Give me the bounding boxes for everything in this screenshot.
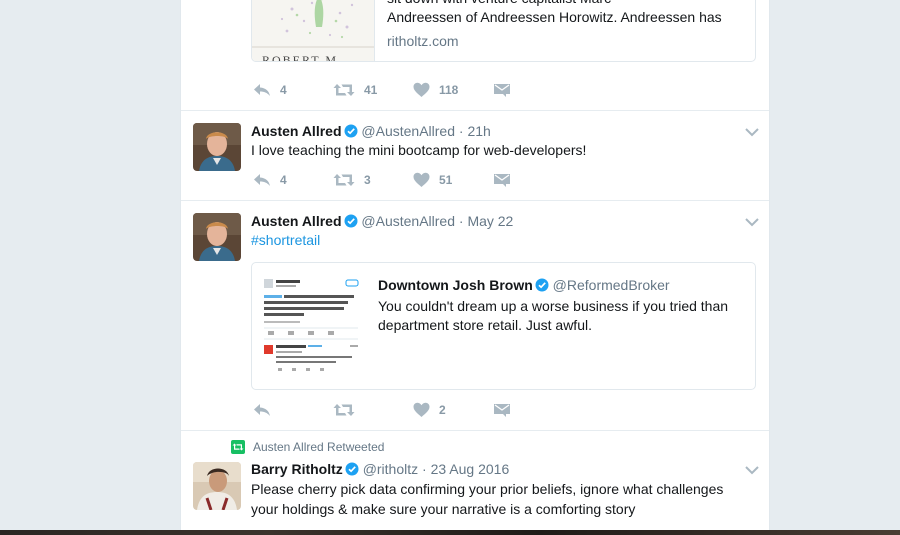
tweet-header: Austen Allred @AustenAllred · 21h (251, 122, 491, 142)
tweet-timestamp[interactable]: May 22 (467, 213, 513, 229)
timeline-stream: ROBERT M sit down with venture capitalis… (180, 0, 770, 535)
heart-icon (413, 82, 430, 97)
tweet-timestamp[interactable]: 23 Aug 2016 (431, 461, 510, 477)
quoted-author-name[interactable]: Downtown Josh Brown (378, 277, 533, 293)
reply-count: 4 (280, 173, 287, 187)
author-handle[interactable]: @AustenAllred (361, 123, 455, 139)
separator: · (422, 461, 427, 477)
like-count: 51 (439, 173, 453, 187)
author-name[interactable]: Austen Allred (251, 213, 342, 229)
like-count: 2 (439, 403, 446, 417)
retweet-button[interactable]: 3 (333, 170, 371, 190)
reply-icon (254, 174, 270, 186)
verified-badge-icon (535, 278, 549, 295)
desktop-background-strip (0, 530, 900, 535)
card-url[interactable]: ritholtz.com (387, 33, 459, 49)
direct-message-button[interactable] (493, 170, 511, 190)
quoted-tweet[interactable]: Downtown Josh Brown @ReformedBroker You … (251, 262, 756, 390)
heart-icon (413, 172, 430, 187)
envelope-icon (494, 84, 510, 97)
avatar-barry-image (193, 462, 241, 510)
tweet-austen-bootcamp[interactable]: Austen Allred @AustenAllred · 21h I love… (181, 110, 769, 201)
tweet-ritholtz-retweet[interactable]: Austen Allred Retweeted Barry Ritholtz @… (181, 430, 769, 535)
retweet-context-text[interactable]: Austen Allred Retweeted (253, 440, 384, 454)
author-name[interactable]: Barry Ritholtz (251, 461, 343, 477)
retweet-button[interactable]: 41 (333, 80, 377, 100)
book-cover-author: ROBERT M (262, 53, 339, 62)
like-button[interactable]: 51 (413, 170, 452, 190)
separator: · (458, 213, 464, 229)
retweet-button[interactable] (333, 400, 364, 420)
tweet-text-line: Please cherry pick data confirming your … (251, 481, 724, 497)
retweet-icon (333, 84, 355, 96)
avatar[interactable] (193, 213, 241, 261)
tweet-header: Austen Allred @AustenAllred · May 22 (251, 212, 513, 232)
reply-icon (254, 84, 270, 96)
quoted-author-handle[interactable]: @ReformedBroker (553, 277, 670, 293)
tweet-austen-shortretail[interactable]: Austen Allred @AustenAllred · May 22 #sh… (181, 200, 769, 431)
retweet-count: 3 (364, 173, 371, 187)
like-button[interactable]: 2 (413, 400, 446, 420)
quoted-tweet-header: Downtown Josh Brown @ReformedBroker (378, 277, 670, 295)
author-handle[interactable]: @AustenAllred (361, 213, 455, 229)
envelope-icon (494, 174, 510, 187)
avatar[interactable] (193, 123, 241, 171)
chevron-down-icon[interactable] (745, 462, 759, 475)
retweet-icon (333, 174, 355, 186)
retweet-context: Austen Allred Retweeted (231, 440, 384, 454)
tweet-text: #shortretail (251, 230, 320, 250)
reply-icon (254, 404, 270, 416)
reply-button[interactable]: 4 (253, 80, 287, 100)
envelope-icon (494, 404, 510, 417)
chevron-down-icon[interactable] (745, 214, 759, 227)
separator: · (458, 123, 464, 139)
reply-button[interactable]: 4 (253, 170, 287, 190)
avatar[interactable] (193, 462, 241, 510)
author-handle[interactable]: @ritholtz (363, 461, 418, 477)
quoted-tweet-text-line: department store retail. Just awful. (378, 317, 592, 333)
quoted-tweet-text-line: You couldn't dream up a worse business i… (378, 298, 729, 314)
tweet-text: I love teaching the mini bootcamp for we… (251, 142, 587, 158)
direct-message-button[interactable] (493, 400, 511, 420)
retweeted-icon (231, 440, 245, 454)
heart-icon (413, 402, 430, 417)
like-count: 118 (439, 83, 459, 97)
verified-badge-icon (345, 462, 359, 480)
quoted-tweet-screenshot (260, 271, 364, 381)
chevron-down-icon[interactable] (745, 124, 759, 137)
direct-message-button[interactable] (493, 80, 511, 100)
tweet-header: Barry Ritholtz @ritholtz · 23 Aug 2016 (251, 460, 509, 480)
link-card[interactable]: ROBERT M sit down with venture capitalis… (251, 0, 756, 62)
retweet-count: 41 (364, 83, 378, 97)
hashtag-link[interactable]: #shortretail (251, 232, 320, 248)
reply-button[interactable] (253, 400, 280, 420)
card-description-line: sit down with venture capitalist Marc (387, 0, 611, 8)
avatar-austen-image (193, 213, 241, 261)
avatar-austen-image (193, 123, 241, 171)
retweet-icon (333, 404, 355, 416)
book-cover-thumbnail: ROBERT M (252, 0, 375, 62)
like-button[interactable]: 118 (413, 80, 458, 100)
author-name[interactable]: Austen Allred (251, 123, 342, 139)
card-description-line: Andreessen of Andreessen Horowitz. Andre… (387, 9, 722, 25)
tweet-ritholtz-card[interactable]: ROBERT M sit down with venture capitalis… (181, 0, 769, 111)
reply-count: 4 (280, 83, 287, 97)
tweet-text-line: your holdings & make sure your narrative… (251, 501, 636, 517)
tweet-timestamp[interactable]: 21h (467, 123, 490, 139)
verified-badge-icon (344, 214, 358, 232)
